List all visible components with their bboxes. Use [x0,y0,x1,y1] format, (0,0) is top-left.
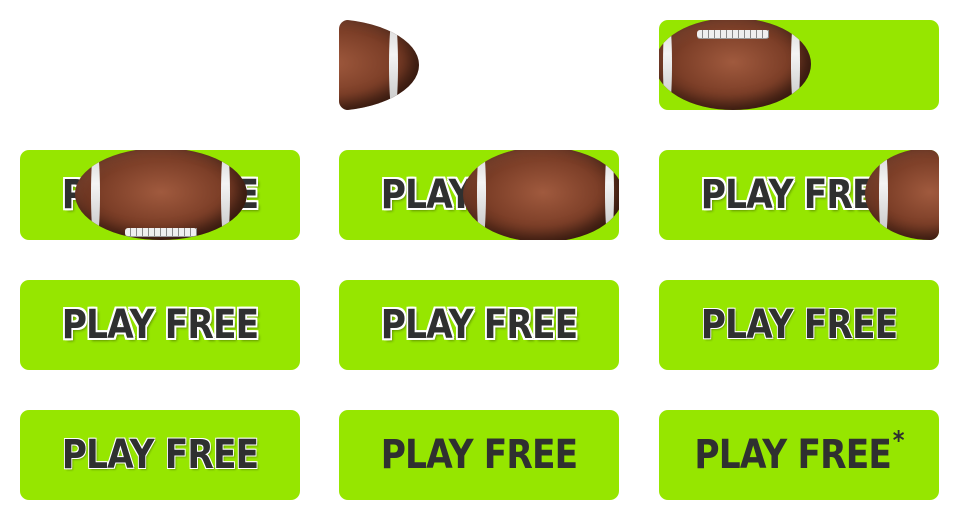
play-free-button-r4-c3[interactable]: PLAY FREE * [659,410,939,500]
football-icon [659,20,811,110]
asterisk-mark: * [892,426,905,456]
play-free-button-r3-c3[interactable]: PLAY FREE [659,280,939,370]
play-free-label: PLAY FREE * [694,426,905,478]
play-free-button-r2-c1[interactable]: PLAY FREE [20,150,300,240]
play-free-button-r3-c2[interactable]: PLAY FREE [339,280,619,370]
football-icon [339,20,419,110]
football-icon [75,150,247,240]
play-free-label: PLAY FREE [700,302,898,348]
play-free-button-r4-c2[interactable]: PLAY FREE [339,410,619,500]
frame-r1-c1 [20,20,300,110]
play-free-button-r4-c1[interactable]: PLAY FREE [20,410,300,500]
play-free-label: PLAY FREE [61,302,259,348]
football-icon [463,150,619,240]
frame-r1-c2 [339,20,619,110]
frame-r1-c3 [659,20,939,110]
play-free-label: PLAY FREE [380,432,578,478]
play-free-button-r2-c2[interactable]: PLAY FREE [339,150,619,240]
play-free-label: PLAY FREE [61,432,259,478]
play-free-button-r3-c1[interactable]: PLAY FREE [20,280,300,370]
play-free-label: PLAY FREE [380,302,578,348]
play-free-button-r2-c3[interactable]: PLAY FREE [659,150,939,240]
